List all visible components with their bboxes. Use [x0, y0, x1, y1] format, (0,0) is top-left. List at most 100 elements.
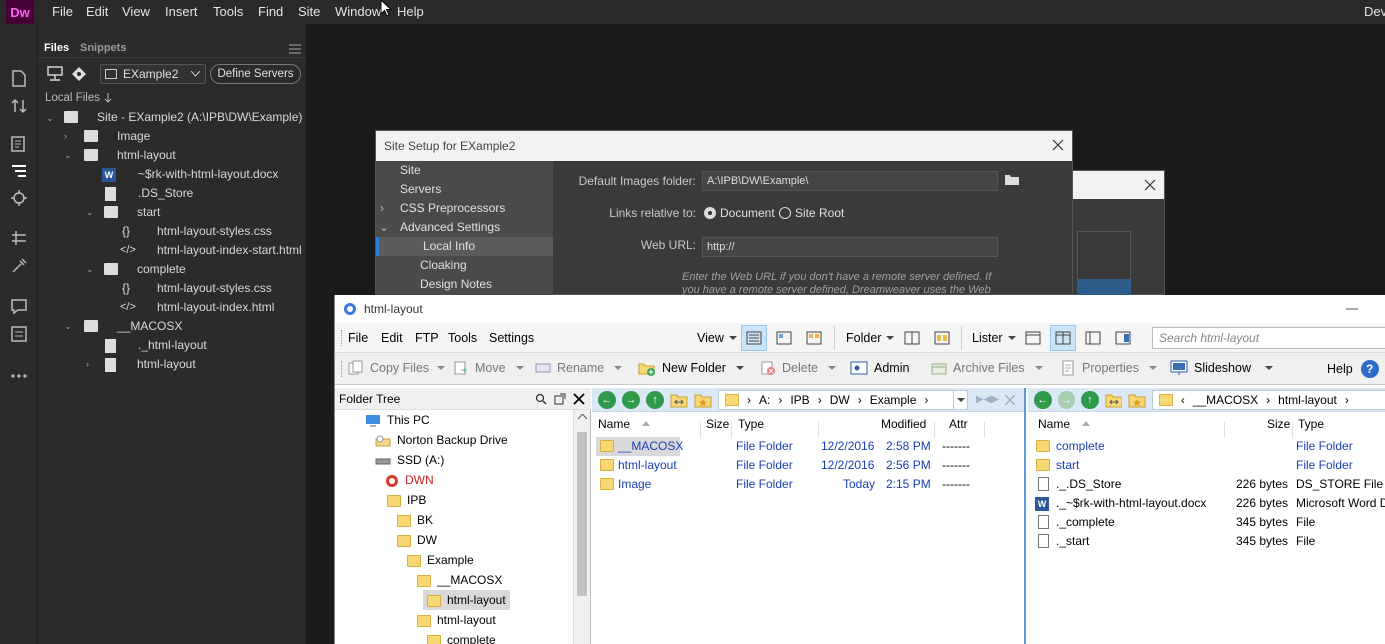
tree-item-example[interactable]: Example [407, 550, 474, 570]
lister-viewer-button[interactable] [1110, 325, 1136, 351]
sidebar-item-design-notes[interactable]: Design Notes [376, 275, 553, 294]
thumbnail-view-button[interactable] [801, 325, 827, 351]
slideshow-button[interactable]: Slideshow [1170, 360, 1273, 376]
col-modified[interactable]: Modified [881, 412, 926, 436]
table-row[interactable]: Image File Folder Today 2:15 PM ------- [594, 475, 1022, 494]
menu-tools[interactable]: Tools [213, 0, 243, 24]
table-row[interactable]: complete File Folder [1028, 437, 1385, 456]
dom-tree-icon[interactable] [9, 161, 29, 181]
tree-row-html-start[interactable]: </> html-layout-index-start.html [38, 241, 306, 260]
git-icon[interactable] [71, 66, 87, 82]
col-size[interactable]: Size [1267, 412, 1290, 436]
lister-menu[interactable]: Lister [972, 331, 1016, 345]
tree-item-html-layout-selected[interactable]: html-layout [423, 590, 510, 610]
forward-icon[interactable]: → [1057, 390, 1076, 409]
tree-row-html-layout-2[interactable]: › html-layout [38, 355, 306, 374]
define-servers-button[interactable]: Define Servers [210, 64, 301, 84]
tree-row-start[interactable]: ⌄ start [38, 203, 306, 222]
breadcrumb-dropdown[interactable] [954, 389, 968, 410]
sidebar-item-servers[interactable]: Servers [376, 180, 553, 199]
properties-icon[interactable] [9, 134, 29, 154]
tree-row-docx[interactable]: W ~$rk-with-html-layout.docx [38, 165, 306, 184]
menu-edit[interactable]: Edit [86, 0, 108, 24]
folder-layout-button-2[interactable] [929, 325, 955, 351]
scroll-up-icon[interactable] [578, 414, 587, 420]
browse-folder-icon[interactable] [1004, 173, 1020, 186]
tree-item-complete[interactable]: complete [427, 630, 496, 644]
tree-item-bk[interactable]: BK [397, 510, 433, 530]
menu-insert[interactable]: Insert [165, 0, 198, 24]
pin-icon[interactable] [554, 393, 566, 405]
back-icon[interactable]: ← [598, 390, 616, 409]
tree-item-ssd[interactable]: SSD (A:) [375, 450, 444, 470]
radio-site-root[interactable]: Site Root [779, 206, 844, 220]
sort-updown-icon[interactable] [9, 96, 29, 116]
copy-files-button[interactable]: Copy Files [348, 360, 446, 376]
pane-nav-icons[interactable]: ▶◀▶ [976, 394, 999, 405]
menu-tools[interactable]: Tools [448, 331, 477, 345]
tree-row-site[interactable]: ⌄ Site - EXample2 (A:\IPB\DW\Example) [38, 108, 306, 127]
table-row[interactable]: start File Folder [1028, 456, 1385, 475]
col-name[interactable]: Name [598, 412, 630, 436]
tree-item-macosx[interactable]: __MACOSX [417, 570, 502, 590]
close-icon[interactable] [1144, 179, 1156, 191]
tree-row-image[interactable]: › Image [38, 127, 306, 146]
open-document-icon[interactable] [9, 68, 29, 88]
menu-file[interactable]: File [52, 0, 73, 24]
menu-site[interactable]: Site [298, 0, 320, 24]
eyedropper-icon[interactable] [9, 256, 29, 276]
admin-button[interactable]: Admin [850, 360, 909, 376]
menu-view[interactable]: View [122, 0, 150, 24]
tree-row-dot-html-layout[interactable]: ._html-layout [38, 336, 306, 355]
archive-files-button[interactable]: Archive Files [931, 360, 1043, 376]
menu-settings[interactable]: Settings [489, 331, 534, 345]
crosshair-icon[interactable] [9, 188, 29, 208]
menu-edit[interactable]: Edit [381, 331, 403, 345]
tree-row-html-complete[interactable]: </> html-layout-index.html [38, 298, 306, 317]
favorites-icon[interactable] [1128, 392, 1146, 408]
sort-arrow-icon[interactable] [104, 93, 112, 103]
close-icon[interactable] [1052, 139, 1064, 151]
folder-menu[interactable]: Folder [846, 331, 895, 345]
new-folder-button[interactable]: New Folder [638, 360, 744, 376]
workspace-switcher[interactable]: Dev [1364, 0, 1385, 24]
col-type[interactable]: Type [738, 412, 764, 436]
lister-dual-button[interactable] [1050, 325, 1076, 351]
sidebar-item-local-info[interactable]: Local Info [376, 237, 553, 256]
parent-folder-icon[interactable] [670, 392, 688, 408]
breadcrumb-left[interactable]: › A: › IPB › DW › Example › [718, 389, 954, 410]
tab-files[interactable]: Files [44, 42, 69, 54]
tree-row-css-start[interactable]: {} html-layout-styles.css [38, 222, 306, 241]
tree-item-html-layout[interactable]: html-layout [417, 610, 496, 630]
default-images-field[interactable]: A:\IPB\DW\Example\ [702, 171, 998, 191]
tree-item-dwn[interactable]: DWN [385, 470, 434, 490]
menu-find[interactable]: Find [258, 0, 283, 24]
tree-row-css-complete[interactable]: {} html-layout-styles.css [38, 279, 306, 298]
details-view-button[interactable] [741, 325, 767, 351]
list-view-button[interactable] [771, 325, 797, 351]
rename-button[interactable]: Rename [535, 360, 623, 376]
table-row[interactable]: ._start 345 bytes File [1028, 532, 1385, 551]
menu-help[interactable]: Help [397, 0, 424, 24]
help-button[interactable]: Help ? [1327, 360, 1385, 378]
table-row[interactable]: html-layout File Folder 12/2/2016 2:56 P… [594, 456, 1022, 475]
view-menu[interactable]: View [697, 331, 737, 345]
tree-row-macosx[interactable]: ⌄ __MACOSX [38, 317, 306, 336]
panel-menu-icon[interactable] [289, 44, 301, 54]
close-icon[interactable] [573, 393, 585, 405]
col-attr[interactable]: Attr [949, 412, 968, 436]
table-row[interactable]: ._.DS_Store 226 bytes DS_STORE File [1028, 475, 1385, 494]
table-row[interactable]: __MACOSX File Folder 12/2/2016 2:58 PM -… [594, 437, 1022, 456]
tree-row-html-layout[interactable]: ⌄ html-layout [38, 146, 306, 165]
menu-ftp[interactable]: FTP [415, 331, 439, 345]
lister-tree-button[interactable] [1080, 325, 1106, 351]
parent-folder-icon[interactable] [1105, 392, 1123, 408]
local-files-label[interactable]: Local Files [45, 92, 100, 104]
close-pane-icon[interactable] [1005, 394, 1016, 405]
web-url-field[interactable]: http:// [702, 237, 998, 257]
more-icon[interactable] [9, 366, 29, 386]
menu-file[interactable]: File [348, 331, 368, 345]
site-select[interactable]: EXample2 [100, 64, 206, 84]
tree-scrollbar[interactable] [573, 410, 590, 644]
up-icon[interactable]: ↑ [646, 390, 664, 409]
